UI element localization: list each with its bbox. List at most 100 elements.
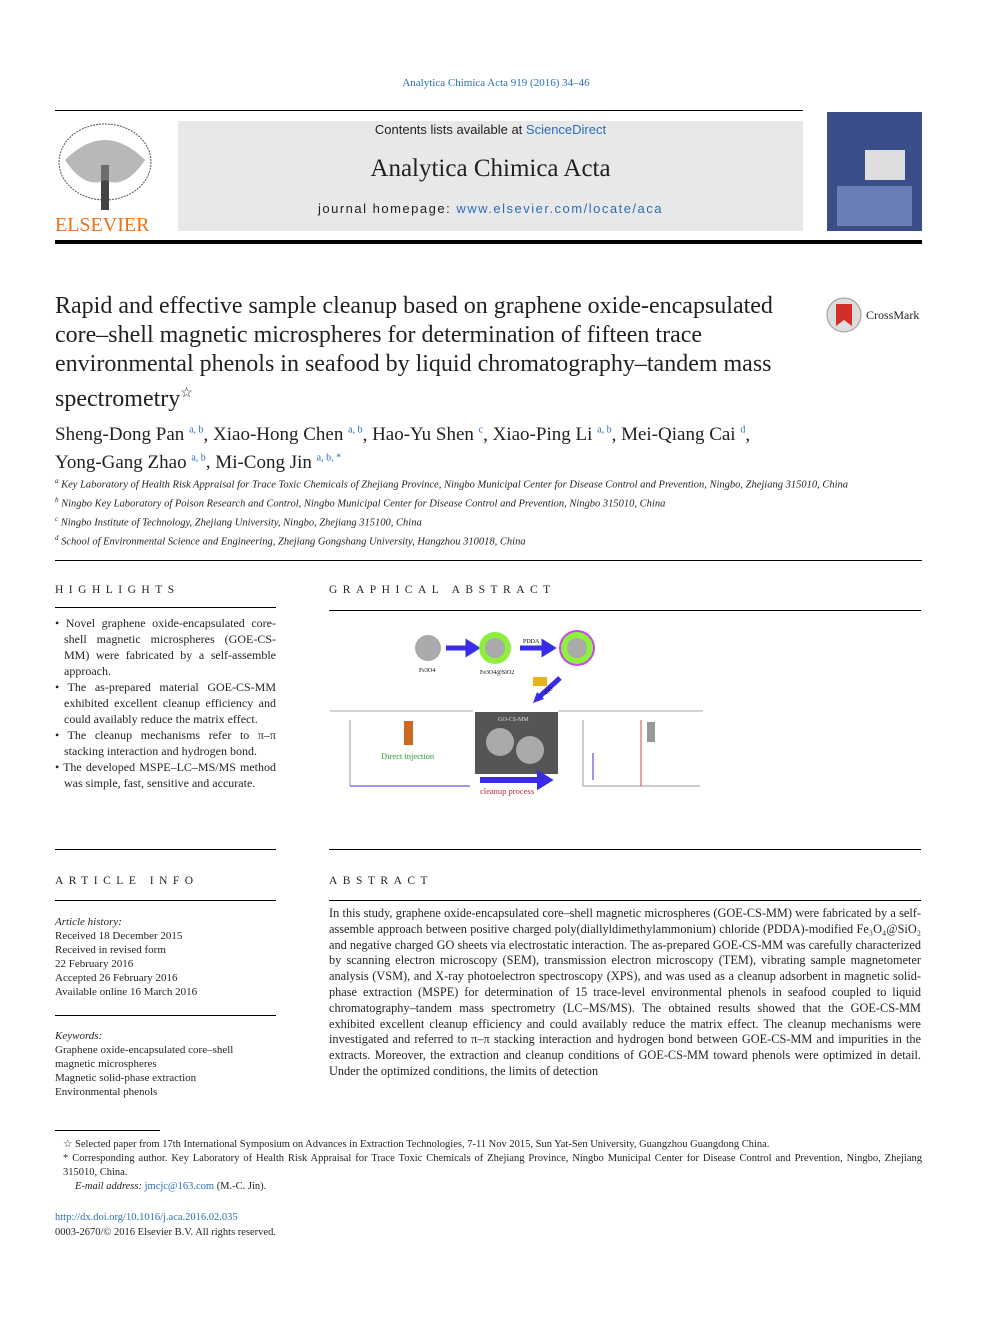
sciencedirect-link[interactable]: ScienceDirect <box>526 122 606 137</box>
author[interactable]: Xiao-Hong Chen a, b <box>213 424 363 445</box>
highlight-item: • Novel graphene oxide-encapsulated core… <box>55 616 276 678</box>
highlight-item: • The as-prepared material GOE-CS-MM exh… <box>55 680 276 726</box>
author-affiliation-mark[interactable]: a, b <box>597 425 611 436</box>
highlight-text: Novel graphene oxide-encapsulated core-s… <box>64 616 276 678</box>
history-entry: 22 February 2016 <box>55 958 134 970</box>
author-name[interactable]: Xiao-Ping Li <box>493 424 593 445</box>
abstract-text: In this study, graphene oxide-encapsulat… <box>329 906 921 1078</box>
label-pdda: PDDA <box>523 639 540 645</box>
journal-cover-image[interactable] <box>827 112 922 231</box>
email-suffix: (M.-C. Jin). <box>214 1181 267 1192</box>
author[interactable]: Yong-Gang Zhao a, b <box>55 452 206 473</box>
journal-title: Analytica Chimica Acta <box>370 155 611 182</box>
divider <box>55 849 276 850</box>
divider <box>55 110 803 111</box>
author-name[interactable]: Sheng-Dong Pan <box>55 424 184 445</box>
history-entry: Received in revised form <box>55 944 166 956</box>
author-list: Sheng-Dong Pan a, b, Xiao-Hong Chen a, b… <box>55 424 751 473</box>
email-link[interactable]: jmcjc@163.com <box>145 1181 214 1192</box>
keyword: Magnetic solid-phase extraction <box>55 1072 197 1084</box>
publisher-name: ELSEVIER <box>55 214 150 235</box>
homepage-label: journal homepage: <box>318 201 457 216</box>
article-title: Rapid and effective sample cleanup based… <box>55 292 815 414</box>
affiliation: a Key Laboratory of Health Risk Appraisa… <box>55 474 855 493</box>
copyright: 0003-2670/© 2016 Elsevier B.V. All right… <box>55 1227 276 1238</box>
contents-text: Contents lists available at <box>374 122 526 137</box>
graphical-abstract-heading: GRAPHICAL ABSTRACT <box>329 584 556 596</box>
keyword: Environmental phenols <box>55 1086 158 1098</box>
divider <box>329 610 921 611</box>
author-affiliation-mark[interactable]: c <box>479 425 483 436</box>
journal-banner: Contents lists available at ScienceDirec… <box>178 121 803 231</box>
author[interactable]: Mi-Cong Jin a, b, * <box>215 452 341 473</box>
author-name[interactable]: Yong-Gang Zhao <box>55 452 187 473</box>
title-footnote-mark[interactable]: ☆ <box>180 386 193 401</box>
email-label: E-mail address: <box>75 1181 145 1192</box>
divider <box>329 849 921 850</box>
affiliation: c Ningbo Institute of Technology, Zhejia… <box>55 512 855 531</box>
graphical-abstract-figure[interactable]: Fe3O4 Fe3O4@SiO2 PDDA GO Direct injectio… <box>325 620 715 810</box>
elsevier-logo: ELSEVIER <box>55 120 155 236</box>
highlight-text: The developed MSPE–LC–MS/MS method was s… <box>63 760 277 790</box>
label-direct-injection: Direct injection <box>381 751 435 761</box>
highlight-text: The as-prepared material GOE-CS-MM exhib… <box>64 680 276 726</box>
crossmark-badge[interactable]: CrossMark <box>825 296 919 339</box>
author-affiliation-mark[interactable]: d <box>740 425 745 436</box>
keyword: magnetic microspheres <box>55 1058 157 1070</box>
affiliation-key: b <box>55 496 59 504</box>
label-sem: GO-CS-MM <box>498 717 529 723</box>
affiliation-key: a <box>55 477 59 485</box>
author-name[interactable]: Xiao-Hong Chen <box>213 424 343 445</box>
abstract-heading: ABSTRACT <box>329 875 434 887</box>
title-text: Rapid and effective sample cleanup based… <box>55 293 773 412</box>
affiliation: d School of Environmental Science and En… <box>55 531 855 550</box>
doi[interactable]: http://dx.doi.org/10.1016/j.aca.2016.02.… <box>55 1211 238 1225</box>
doi-link[interactable]: http://dx.doi.org/10.1016/j.aca.2016.02.… <box>55 1212 238 1223</box>
history-entry: Received 18 December 2015 <box>55 930 183 942</box>
affiliation-text: Ningbo Institute of Technology, Zhejiang… <box>60 517 422 529</box>
journal-reference[interactable]: Analytica Chimica Acta 919 (2016) 34–46 <box>0 77 992 89</box>
history-label: Article history: <box>55 916 122 928</box>
divider <box>55 560 922 561</box>
author-affiliation-mark[interactable]: a, b, * <box>317 452 341 463</box>
author[interactable]: Sheng-Dong Pan a, b <box>55 424 204 445</box>
footnotes: ☆ Selected paper from 17th International… <box>55 1138 922 1194</box>
affiliations: a Key Laboratory of Health Risk Appraisa… <box>55 474 855 550</box>
author[interactable]: Xiao-Ping Li a, b <box>493 424 612 445</box>
divider <box>329 900 921 901</box>
author[interactable]: Hao-Yu Shen c <box>372 424 483 445</box>
label-fe3o4-sio2: Fe3O4@SiO2 <box>480 670 514 676</box>
footnote-star-text: Selected paper from 17th International S… <box>75 1139 770 1150</box>
affiliation-text: School of Environmental Science and Engi… <box>61 536 526 548</box>
keyword: Graphene oxide-encapsulated core–shell <box>55 1044 234 1056</box>
highlights-heading: HIGHLIGHTS <box>55 584 180 596</box>
history-entry: Available online 16 March 2016 <box>55 986 198 998</box>
author-affiliation-mark[interactable]: a, b <box>189 425 203 436</box>
footnote-star: ☆ Selected paper from 17th International… <box>63 1139 770 1150</box>
affiliation-text: Ningbo Key Laboratory of Poison Research… <box>61 498 666 510</box>
keywords: Keywords: Graphene oxide-encapsulated cor… <box>55 1029 276 1099</box>
divider <box>55 1015 276 1016</box>
author-name[interactable]: Hao-Yu Shen <box>372 424 474 445</box>
author[interactable]: Mei-Qiang Cai d <box>621 424 745 445</box>
article-page: Analytica Chimica Acta 919 (2016) 34–46 … <box>0 0 992 1323</box>
author-name[interactable]: Mei-Qiang Cai <box>621 424 736 445</box>
article-history: Article history: Received 18 December 201… <box>55 915 276 999</box>
affiliation-key: d <box>55 534 59 542</box>
highlight-text: The cleanup mechanisms refer to π–π stac… <box>64 728 276 758</box>
crossmark-icon <box>826 297 862 333</box>
author-affiliation-mark[interactable]: a, b <box>348 425 362 436</box>
author-name[interactable]: Mi-Cong Jin <box>215 452 312 473</box>
highlights-list: • Novel graphene oxide-encapsulated core… <box>55 615 276 791</box>
author-affiliation-mark[interactable]: a, b <box>191 452 205 463</box>
label-fe3o4: Fe3O4 <box>419 668 435 674</box>
divider <box>55 900 276 901</box>
footnote-email: E-mail address: jmcjc@163.com (M.-C. Jin… <box>55 1180 922 1194</box>
crossmark-label: CrossMark <box>866 308 920 322</box>
keywords-label: Keywords: <box>55 1030 103 1042</box>
homepage-link[interactable]: www.elsevier.com/locate/aca <box>456 201 663 216</box>
affiliation: b Ningbo Key Laboratory of Poison Resear… <box>55 493 855 512</box>
footnote-corresponding: * Corresponding author. Key Laboratory o… <box>63 1153 923 1178</box>
highlight-item: • The cleanup mechanisms refer to π–π st… <box>55 728 276 758</box>
divider <box>55 607 276 608</box>
